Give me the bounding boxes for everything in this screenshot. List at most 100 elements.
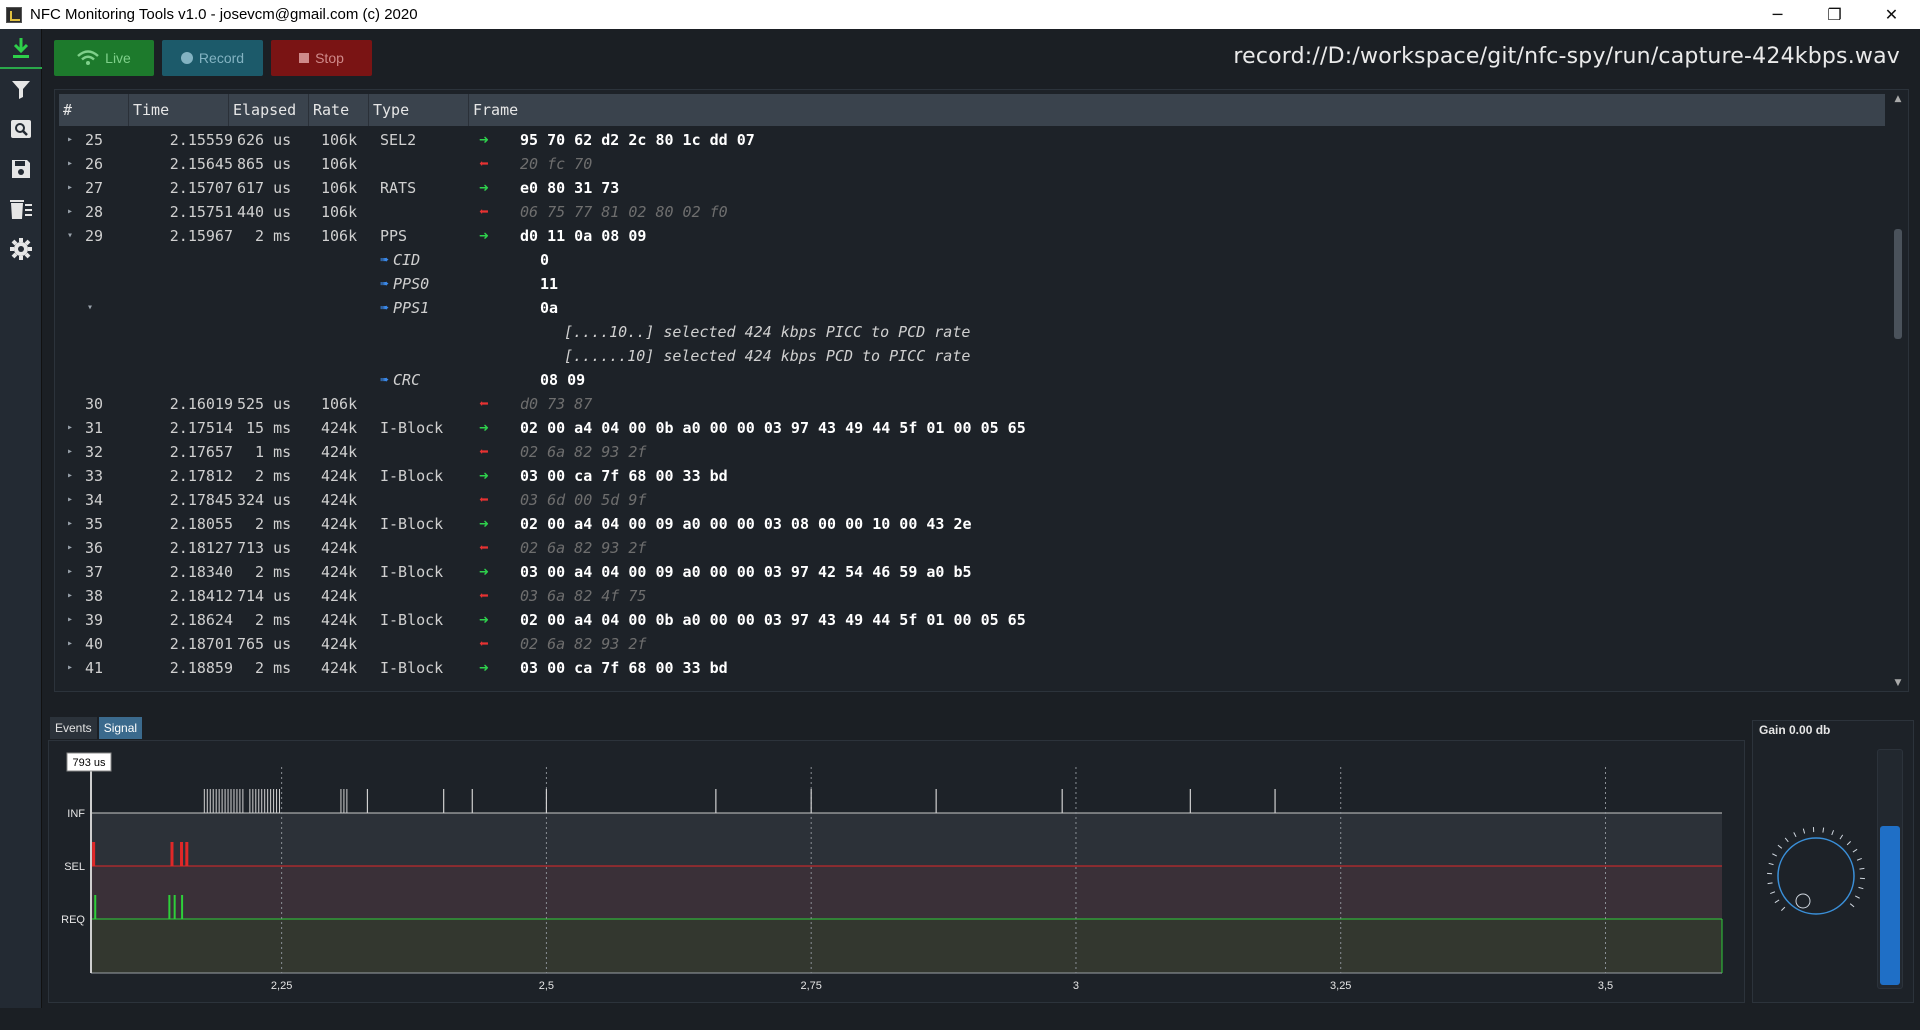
col-header-time[interactable]: Time bbox=[129, 94, 229, 126]
sidebar-settings[interactable] bbox=[0, 229, 42, 269]
table-scrollbar[interactable]: ▲ ▼ bbox=[1891, 94, 1905, 688]
sidebar-clear[interactable] bbox=[0, 189, 42, 229]
live-button[interactable]: Live bbox=[54, 40, 154, 76]
frame-data: 02 00 a4 04 00 0b a0 00 00 03 97 43 49 4… bbox=[520, 611, 1026, 629]
gain-knob[interactable] bbox=[1761, 821, 1871, 931]
table-subrow[interactable]: ▾ ➠ PPS1 0a bbox=[59, 296, 1885, 320]
field-name: PPS1 bbox=[393, 299, 430, 317]
table-row[interactable]: ▸ 39 2.18624 2 ms 424k I-Block ➜ 02 00 a4 04 0… bbox=[59, 608, 1885, 632]
frame-field: ➠ PPS1 bbox=[380, 296, 429, 320]
live-label: Live bbox=[105, 50, 131, 66]
table-subrow[interactable]: [......10] selected 424 kbps PCD to PICC… bbox=[59, 344, 1885, 368]
table-row[interactable]: ▾ 29 2.15967 2 ms 106k PPS ➜ d0 11 0a 08 09 bbox=[59, 224, 1885, 248]
field-name: CRC bbox=[393, 371, 421, 389]
lane-label-sel: SEL bbox=[64, 861, 85, 873]
minimize-button[interactable]: ─ bbox=[1749, 0, 1806, 29]
frame-time: 2.17845 bbox=[169, 491, 233, 509]
sidebar-save[interactable] bbox=[0, 149, 42, 189]
col-header-number[interactable]: # bbox=[59, 94, 129, 126]
col-header-type[interactable]: Type bbox=[369, 94, 469, 126]
table-row[interactable]: ▸ 27 2.15707 617 us 106k RATS ➜ e0 80 31 73 bbox=[59, 176, 1885, 200]
filter-icon bbox=[12, 81, 30, 99]
signal-panel: INF SEL REQ 2,25 2,5 2,75 3 3,25 3,5 793 us bbox=[48, 740, 1745, 1003]
table-subrow[interactable]: [....10..] selected 424 kbps PICC to PCD… bbox=[59, 320, 1885, 344]
expand-toggle-icon[interactable]: ▸ bbox=[67, 128, 79, 152]
arrow-left-icon: ⬅ bbox=[479, 538, 489, 557]
table-row[interactable]: ▸ 34 2.17845 324 us 424k ⬅ 03 6d 00 5d 9f bbox=[59, 488, 1885, 512]
frame-number: 37 bbox=[85, 563, 104, 581]
frame-data: 20 fc 70 bbox=[520, 155, 593, 173]
close-button[interactable]: ✕ bbox=[1863, 0, 1920, 29]
field-description: [....10..] selected 424 kbps PICC to PCD… bbox=[564, 323, 971, 341]
frame-rate: 424k bbox=[321, 515, 358, 533]
knob-tick bbox=[1856, 857, 1862, 861]
expand-toggle-icon[interactable]: ▾ bbox=[67, 224, 79, 248]
expand-toggle-icon[interactable]: ▸ bbox=[67, 656, 79, 680]
expand-toggle-icon[interactable]: ▸ bbox=[67, 488, 79, 512]
scroll-thumb[interactable] bbox=[1894, 229, 1902, 339]
arrow-left-icon: ⬅ bbox=[479, 202, 489, 221]
expand-toggle-icon[interactable]: ▸ bbox=[67, 632, 79, 656]
expand-toggle-icon[interactable]: ▸ bbox=[67, 200, 79, 224]
toolbar: Live Record Stop bbox=[54, 40, 372, 76]
arrow-left-icon: ⬅ bbox=[479, 154, 489, 173]
sidebar-filter[interactable] bbox=[0, 69, 42, 109]
stop-button[interactable]: Stop bbox=[271, 40, 372, 76]
knob-tick bbox=[1839, 834, 1844, 840]
table-subrow[interactable]: ➠ CRC 08 09 bbox=[59, 368, 1885, 392]
arrow-right-icon: ➜ bbox=[479, 226, 489, 245]
table-row[interactable]: ▸ 41 2.18859 2 ms 424k I-Block ➜ 03 00 ca 7f 6… bbox=[59, 656, 1885, 680]
table-row[interactable]: ▸ 38 2.18412 714 us 424k ⬅ 03 6a 82 4f 75 bbox=[59, 584, 1885, 608]
gain-panel: Gain 0.00 db bbox=[1752, 720, 1914, 1003]
expand-toggle-icon[interactable]: ▸ bbox=[67, 152, 79, 176]
sidebar-search[interactable] bbox=[0, 109, 42, 149]
expand-toggle-icon[interactable]: ▸ bbox=[67, 464, 79, 488]
tab-events[interactable]: Events bbox=[50, 717, 97, 739]
frame-number: 27 bbox=[85, 179, 104, 197]
col-header-frame[interactable]: Frame bbox=[469, 94, 1885, 126]
table-row[interactable]: ▸ 35 2.18055 2 ms 424k I-Block ➜ 02 00 a4 04 0… bbox=[59, 512, 1885, 536]
expand-toggle-icon[interactable]: ▸ bbox=[67, 512, 79, 536]
table-row[interactable]: ▸ 40 2.18701 765 us 424k ⬅ 02 6a 82 93 2f bbox=[59, 632, 1885, 656]
record-button[interactable]: Record bbox=[162, 40, 263, 76]
expand-toggle-icon[interactable]: ▸ bbox=[67, 416, 79, 440]
expand-toggle-icon[interactable]: ▾ bbox=[87, 296, 99, 320]
table-row[interactable]: ▸ 36 2.18127 713 us 424k ⬅ 02 6a 82 93 2f bbox=[59, 536, 1885, 560]
table-subrow[interactable]: ➠ PPS0 11 bbox=[59, 272, 1885, 296]
tab-signal[interactable]: Signal bbox=[98, 717, 143, 739]
table-row[interactable]: ▸ 25 2.15559 626 us 106k SEL2 ➜ 95 70 62 d2 2c … bbox=[59, 128, 1885, 152]
scroll-down-icon[interactable]: ▼ bbox=[1893, 678, 1903, 688]
frame-time: 2.18859 bbox=[169, 659, 233, 677]
x-tick-label: 2,75 bbox=[800, 980, 821, 992]
frame-number: 31 bbox=[85, 419, 104, 437]
clear-list-icon bbox=[10, 200, 32, 219]
col-header-elapsed[interactable]: Elapsed bbox=[229, 94, 309, 126]
x-tick-label: 2,25 bbox=[271, 980, 292, 992]
table-row[interactable]: ▸ 32 2.17657 1 ms 424k ⬅ 02 6a 82 93 2f bbox=[59, 440, 1885, 464]
expand-toggle-icon[interactable]: ▸ bbox=[67, 440, 79, 464]
table-row[interactable]: ▸ 28 2.15751 440 us 106k ⬅ 06 75 77 81 02 80 0… bbox=[59, 200, 1885, 224]
table-subrow[interactable]: ➠ CID 0 bbox=[59, 248, 1885, 272]
col-header-rate[interactable]: Rate bbox=[309, 94, 369, 126]
table-row[interactable]: 30 2.16019 525 us 106k ⬅ d0 73 87 bbox=[59, 392, 1885, 416]
knob-tick bbox=[1767, 882, 1773, 885]
frame-number: 33 bbox=[85, 467, 104, 485]
table-row[interactable]: ▸ 31 2.17514 15 ms 424k I-Block ➜ 02 00 a4 04 … bbox=[59, 416, 1885, 440]
frame-time: 2.17514 bbox=[169, 419, 233, 437]
sidebar-download[interactable] bbox=[0, 29, 42, 69]
scroll-up-icon[interactable]: ▲ bbox=[1893, 94, 1903, 104]
download-icon bbox=[13, 38, 29, 58]
frame-data: 02 00 a4 04 00 0b a0 00 00 03 97 43 49 4… bbox=[520, 419, 1026, 437]
table-row[interactable]: ▸ 33 2.17812 2 ms 424k I-Block ➜ 03 00 ca 7f 6… bbox=[59, 464, 1885, 488]
lane-inf-band bbox=[91, 813, 1722, 866]
expand-toggle-icon[interactable]: ▸ bbox=[67, 608, 79, 632]
expand-toggle-icon[interactable]: ▸ bbox=[67, 584, 79, 608]
expand-toggle-icon[interactable]: ▸ bbox=[67, 560, 79, 584]
restore-button[interactable]: ❐ bbox=[1806, 0, 1863, 29]
table-row[interactable]: ▸ 37 2.18340 2 ms 424k I-Block ➜ 03 00 a4 04 0… bbox=[59, 560, 1885, 584]
signal-plot[interactable]: INF SEL REQ 2,25 2,5 2,75 3 3,25 3,5 793 us bbox=[49, 741, 1746, 1004]
expand-toggle-icon[interactable]: ▸ bbox=[67, 536, 79, 560]
expand-toggle-icon[interactable]: ▸ bbox=[67, 176, 79, 200]
arrow-right-icon: ➜ bbox=[479, 610, 489, 629]
table-row[interactable]: ▸ 26 2.15645 865 us 106k ⬅ 20 fc 70 bbox=[59, 152, 1885, 176]
